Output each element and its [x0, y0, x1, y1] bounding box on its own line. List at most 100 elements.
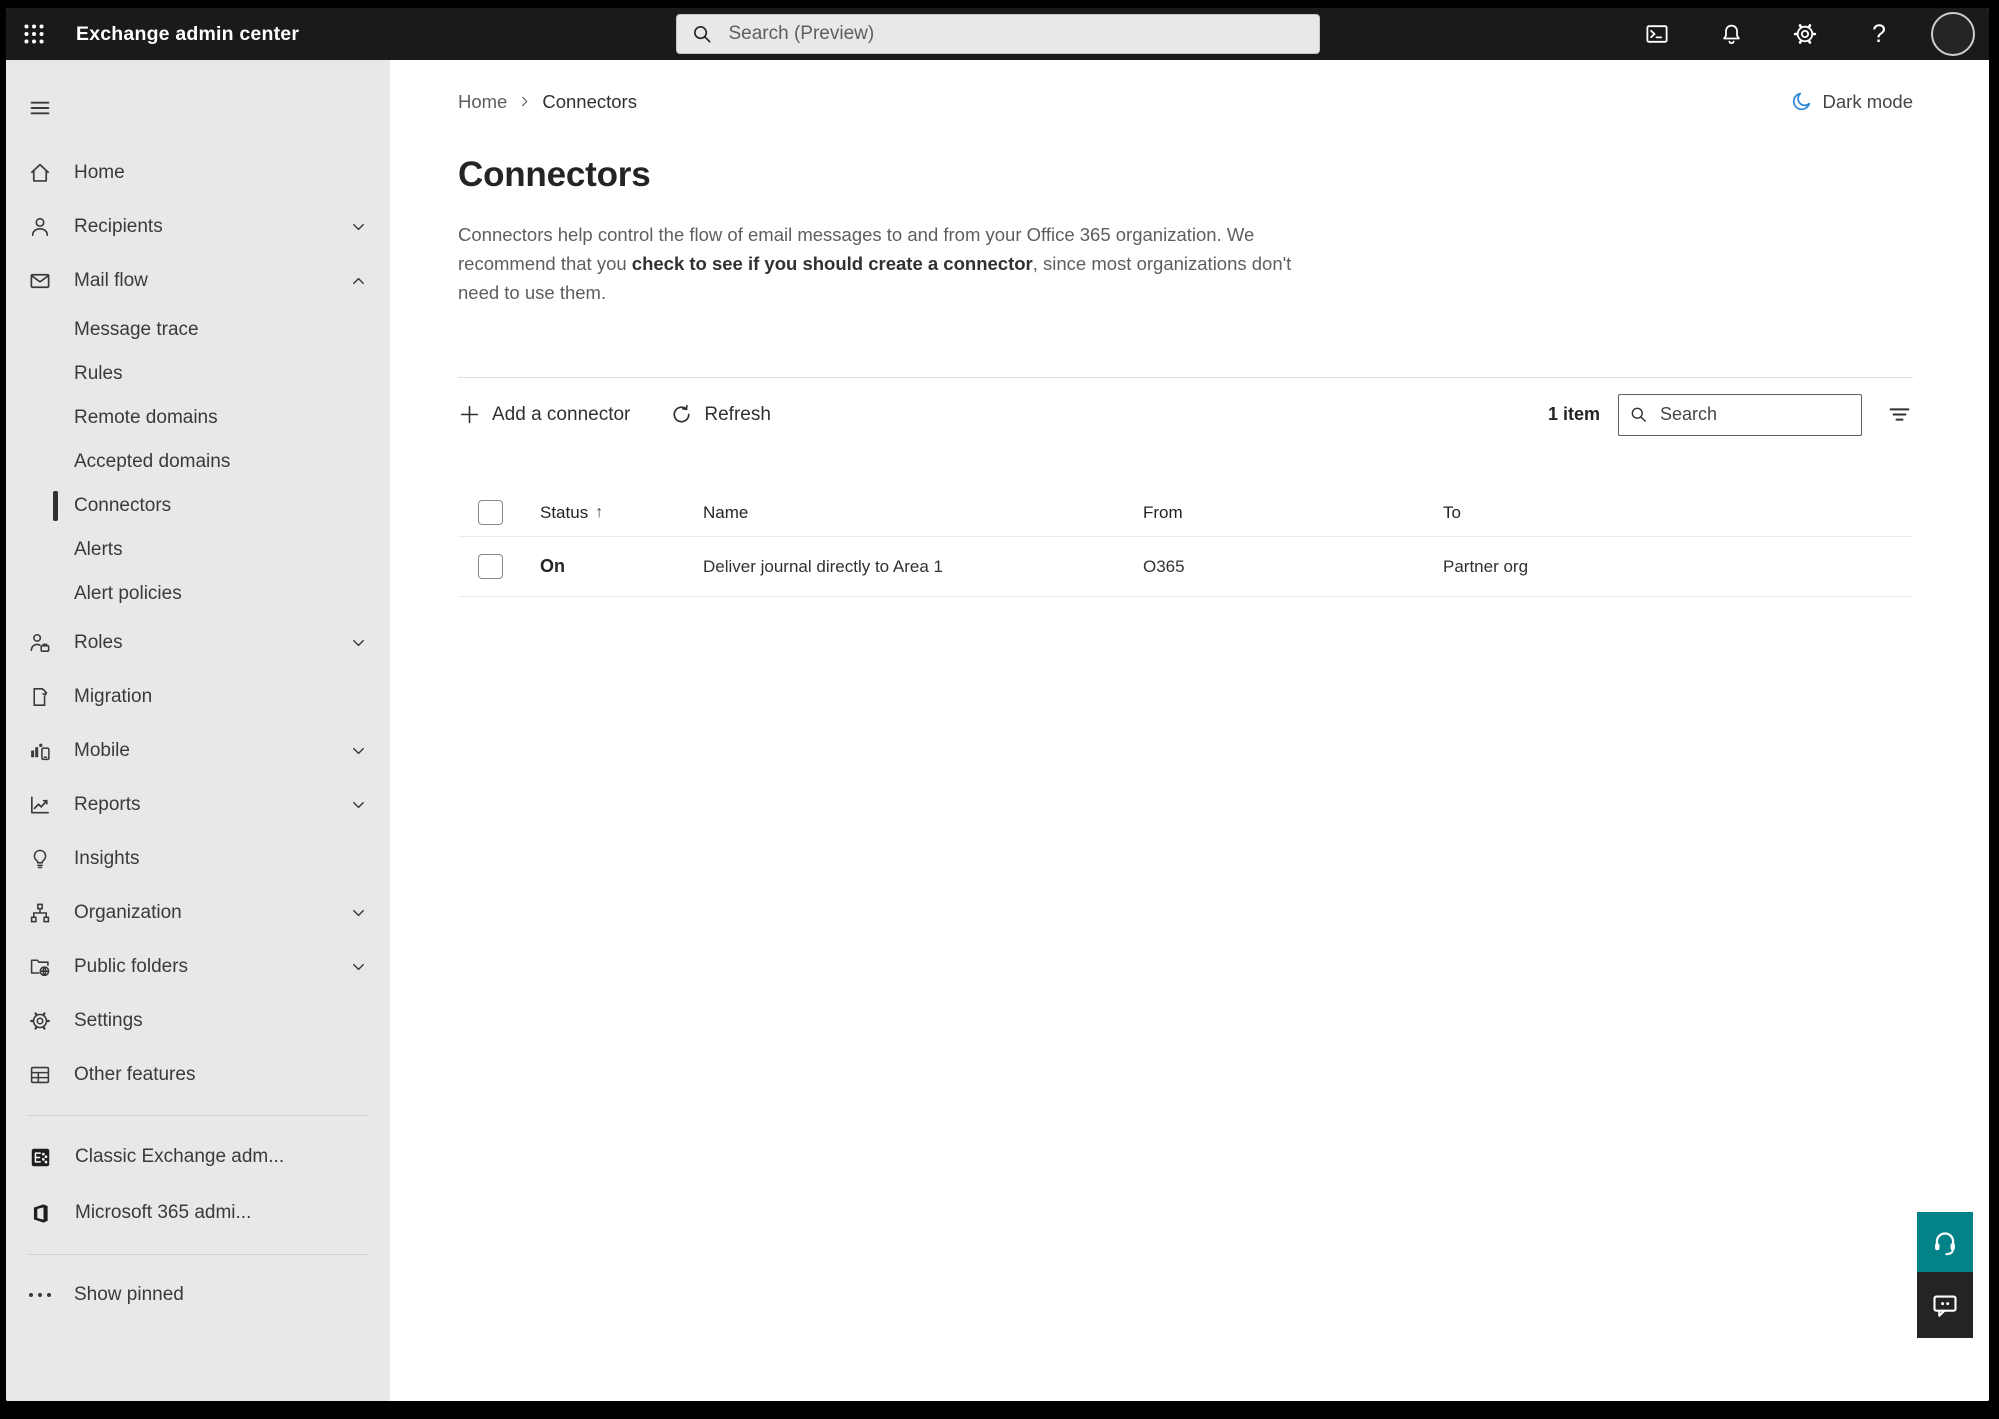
search-icon — [1631, 407, 1646, 422]
org-chart-icon — [28, 901, 52, 925]
home-icon — [28, 161, 52, 185]
ellipsis-icon — [28, 1283, 52, 1307]
chevron-down-icon[interactable] — [349, 904, 368, 923]
app-title: Exchange admin center — [76, 22, 300, 45]
person-briefcase-icon — [28, 631, 52, 655]
list-search-box[interactable] — [1618, 393, 1862, 436]
page-description: Connectors help control the flow of emai… — [458, 220, 1330, 307]
sidebar-item-alerts[interactable]: Alerts — [6, 528, 390, 572]
column-header-to[interactable]: To — [1443, 503, 1913, 523]
sidebar-item-connectors[interactable]: Connectors — [6, 484, 390, 528]
sidebar-item-settings[interactable]: Settings — [6, 994, 390, 1048]
exchange-logo-icon — [28, 1145, 52, 1169]
dark-mode-label: Dark mode — [1822, 90, 1913, 112]
connector-status: On — [540, 556, 565, 576]
notifications-bell-icon[interactable] — [1709, 12, 1753, 56]
mail-icon — [28, 269, 52, 293]
select-all-checkbox[interactable] — [478, 500, 503, 525]
sort-ascending-icon: ↑ — [595, 503, 604, 521]
refresh-button[interactable]: Refresh — [670, 403, 771, 426]
global-search-input[interactable] — [728, 23, 1305, 45]
headset-icon — [1935, 1232, 1955, 1256]
connector-name[interactable]: Deliver journal directly to Area 1 — [703, 557, 1143, 577]
feedback-chat-icon — [1933, 1295, 1957, 1317]
sidebar-item-recipients[interactable]: Recipients — [6, 200, 390, 254]
assistance-buttons — [1917, 1212, 1973, 1338]
add-connector-button[interactable]: Add a connector — [458, 403, 630, 426]
moon-icon — [1792, 92, 1810, 111]
topbar-actions: ? — [1635, 8, 1975, 60]
document-sync-icon — [28, 685, 52, 709]
connector-from: O365 — [1143, 556, 1185, 576]
sidebar-item-message-trace[interactable]: Message trace — [6, 308, 390, 352]
sidebar-item-insights[interactable]: Insights — [6, 832, 390, 886]
chevron-down-icon[interactable] — [349, 218, 368, 237]
chevron-up-icon[interactable] — [349, 272, 368, 291]
top-bar: Exchange admin center Search (Preview) ? — [6, 8, 1989, 60]
column-header-name[interactable]: Name — [703, 503, 1143, 523]
app-launcher-icon[interactable] — [6, 8, 62, 60]
sidebar-item-public-folders[interactable]: Public folders — [6, 940, 390, 994]
sidebar-item-mail-flow[interactable]: Mail flow — [6, 254, 390, 308]
nav-collapse-hamburger-icon[interactable] — [28, 90, 68, 126]
description-check-link[interactable]: check to see if you should create a conn… — [632, 253, 1033, 274]
feedback-button[interactable] — [1917, 1272, 1973, 1338]
sidebar-item-organization[interactable]: Organization — [6, 886, 390, 940]
chevron-down-icon[interactable] — [349, 742, 368, 761]
column-header-status[interactable]: Status ↑ — [540, 503, 703, 523]
help-icon[interactable]: ? — [1857, 12, 1901, 56]
table-icon — [28, 1063, 52, 1087]
sidebar-item-remote-domains[interactable]: Remote domains — [6, 396, 390, 440]
list-toolbar: Add a connector Refresh 1 item — [458, 377, 1913, 451]
list-search-input[interactable] — [1660, 404, 1851, 425]
sidebar-divider — [28, 1115, 368, 1116]
sidebar-item-mobile[interactable]: Mobile — [6, 724, 390, 778]
folder-globe-icon — [28, 955, 52, 979]
breadcrumb-current: Connectors — [542, 90, 637, 112]
person-icon — [28, 215, 52, 239]
filter-icon[interactable] — [1886, 401, 1913, 428]
settings-gear-icon[interactable] — [1783, 12, 1827, 56]
sidebar-item-alert-policies[interactable]: Alert policies — [6, 572, 390, 616]
chart-phone-icon — [28, 739, 52, 763]
sidebar-item-rules[interactable]: Rules — [6, 352, 390, 396]
sidebar-item-migration[interactable]: Migration — [6, 670, 390, 724]
chevron-down-icon[interactable] — [349, 796, 368, 815]
left-navigation: Home Recipients Mail flow Message trace … — [6, 60, 390, 1401]
table-row[interactable]: On Deliver journal directly to Area 1 O3… — [458, 537, 1913, 597]
sidebar-item-show-pinned[interactable]: Show pinned — [6, 1268, 390, 1322]
chevron-down-icon[interactable] — [349, 634, 368, 653]
sidebar-item-microsoft-365-admin[interactable]: Microsoft 365 admi... — [6, 1185, 390, 1241]
line-chart-icon — [28, 793, 52, 817]
search-icon — [693, 26, 711, 43]
lightbulb-icon — [28, 847, 52, 871]
sidebar-item-reports[interactable]: Reports — [6, 778, 390, 832]
refresh-icon — [673, 404, 690, 423]
sidebar-item-accepted-domains[interactable]: Accepted domains — [6, 440, 390, 484]
microsoft-365-logo-icon — [28, 1201, 52, 1225]
connectors-table: Status ↑ Name From To On Deliver journal… — [458, 489, 1913, 597]
sidebar-item-roles[interactable]: Roles — [6, 616, 390, 670]
sidebar-item-home[interactable]: Home — [6, 146, 390, 200]
breadcrumb-home-link[interactable]: Home — [458, 91, 507, 113]
main-content: Home Connectors Dark mode Connectors Con… — [390, 60, 1989, 1401]
gear-icon — [28, 1009, 52, 1033]
item-count: 1 item — [1547, 404, 1600, 424]
chevron-right-icon — [522, 96, 528, 107]
dark-mode-toggle[interactable]: Dark mode — [1791, 90, 1913, 113]
app-window: Exchange admin center Search (Preview) ?… — [6, 8, 1989, 1401]
account-avatar[interactable] — [1931, 12, 1975, 56]
column-header-from[interactable]: From — [1143, 503, 1443, 523]
connector-to: Partner org — [1443, 556, 1529, 576]
powershell-terminal-icon[interactable] — [1635, 12, 1679, 56]
row-checkbox[interactable] — [478, 554, 503, 579]
sidebar-item-classic-exchange-admin[interactable]: Classic Exchange adm... — [6, 1129, 390, 1185]
page-title: Connectors — [458, 155, 651, 194]
sidebar-divider — [28, 1254, 368, 1255]
support-button[interactable] — [1917, 1212, 1973, 1272]
table-header-row: Status ↑ Name From To — [458, 489, 1913, 537]
plus-icon — [460, 405, 479, 424]
global-search[interactable] — [675, 14, 1320, 54]
chevron-down-icon[interactable] — [349, 958, 368, 977]
sidebar-item-other-features[interactable]: Other features — [6, 1048, 390, 1102]
